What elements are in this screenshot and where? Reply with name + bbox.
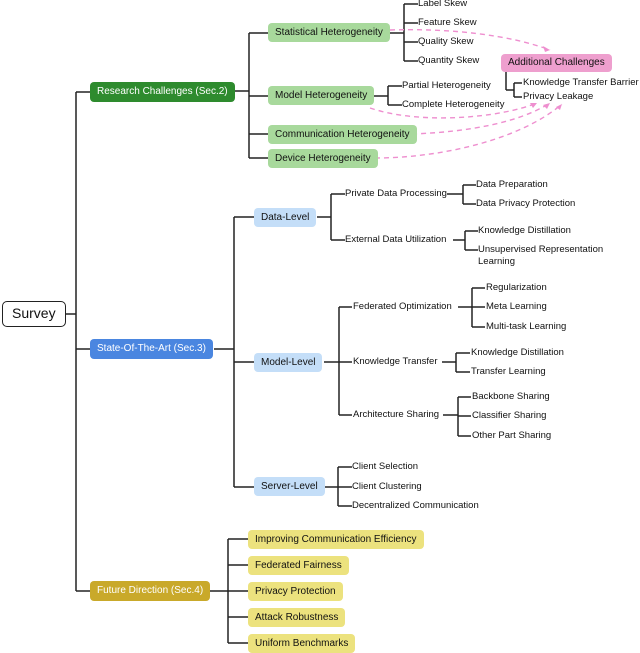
uniform-benchmarks-node: Uniform Benchmarks <box>248 634 356 653</box>
unsupervised-representation-leaf: Unsupervised Representation <box>478 244 604 255</box>
external-data-utilization-node: External Data Utilization <box>345 234 447 245</box>
data-preparation-leaf: Data Preparation <box>476 179 548 190</box>
quality-skew-leaf: Quality Skew <box>418 36 474 47</box>
model-heterogeneity-node: Model Heterogeneity <box>268 86 375 105</box>
unsupervised-representation-leaf-line2: Learning <box>478 256 515 267</box>
data-level-node: Data-Level <box>254 208 317 227</box>
state-of-the-art-node: State-Of-The-Art (Sec.3) <box>90 339 213 359</box>
additional-challenges-node: Additional Challenges <box>501 54 612 72</box>
partial-heterogeneity-leaf: Partial Heterogeneity <box>402 80 491 91</box>
future-direction-node: Future Direction (Sec.4) <box>90 581 211 601</box>
statistical-heterogeneity-node: Statistical Heterogeneity <box>268 23 390 42</box>
improving-communication-efficiency-node: Improving Communication Efficiency <box>248 530 424 549</box>
classifier-sharing-leaf: Classifier Sharing <box>472 410 547 421</box>
regularization-leaf: Regularization <box>486 282 547 293</box>
other-part-sharing-leaf: Other Part Sharing <box>472 430 552 441</box>
architecture-sharing-node: Architecture Sharing <box>353 409 440 420</box>
decentralized-communication-leaf: Decentralized Communication <box>352 500 479 511</box>
privacy-protection-node: Privacy Protection <box>248 582 343 601</box>
data-privacy-protection-leaf: Data Privacy Protection <box>476 198 576 209</box>
knowledge-transfer-node: Knowledge Transfer <box>353 356 438 367</box>
federated-fairness-node: Federated Fairness <box>248 556 349 575</box>
privacy-leakage-leaf: Privacy Leakage <box>523 91 594 102</box>
research-challenges-node: Research Challenges (Sec.2) <box>90 82 235 102</box>
knowledge-distillation-model-leaf: Knowledge Distillation <box>471 347 564 358</box>
label-skew-leaf: Label Skew <box>418 0 468 9</box>
server-level-node: Server-Level <box>254 477 325 496</box>
transfer-learning-leaf: Transfer Learning <box>471 366 546 377</box>
device-heterogeneity-node: Device Heterogeneity <box>268 149 378 168</box>
feature-skew-leaf: Feature Skew <box>418 17 477 28</box>
knowledge-distillation-leaf: Knowledge Distillation <box>478 225 571 236</box>
complete-heterogeneity-leaf: Complete Heterogeneity <box>402 99 505 110</box>
communication-heterogeneity-node: Communication Heterogeneity <box>268 125 417 144</box>
quantity-skew-leaf: Quantity Skew <box>418 55 480 66</box>
root-node: Survey <box>2 301 66 327</box>
federated-optimization-node: Federated Optimization <box>353 301 452 312</box>
client-selection-leaf: Client Selection <box>352 461 419 472</box>
private-data-processing-node: Private Data Processing <box>345 188 447 199</box>
attack-robustness-node: Attack Robustness <box>248 608 346 627</box>
multi-task-learning-leaf: Multi-task Learning <box>486 321 567 332</box>
knowledge-transfer-barrier-leaf: Knowledge Transfer Barrier <box>523 77 639 88</box>
meta-learning-leaf: Meta Learning <box>486 301 547 312</box>
backbone-sharing-leaf: Backbone Sharing <box>472 391 550 402</box>
client-clustering-leaf: Client Clustering <box>352 481 422 492</box>
model-level-node: Model-Level <box>254 353 323 372</box>
